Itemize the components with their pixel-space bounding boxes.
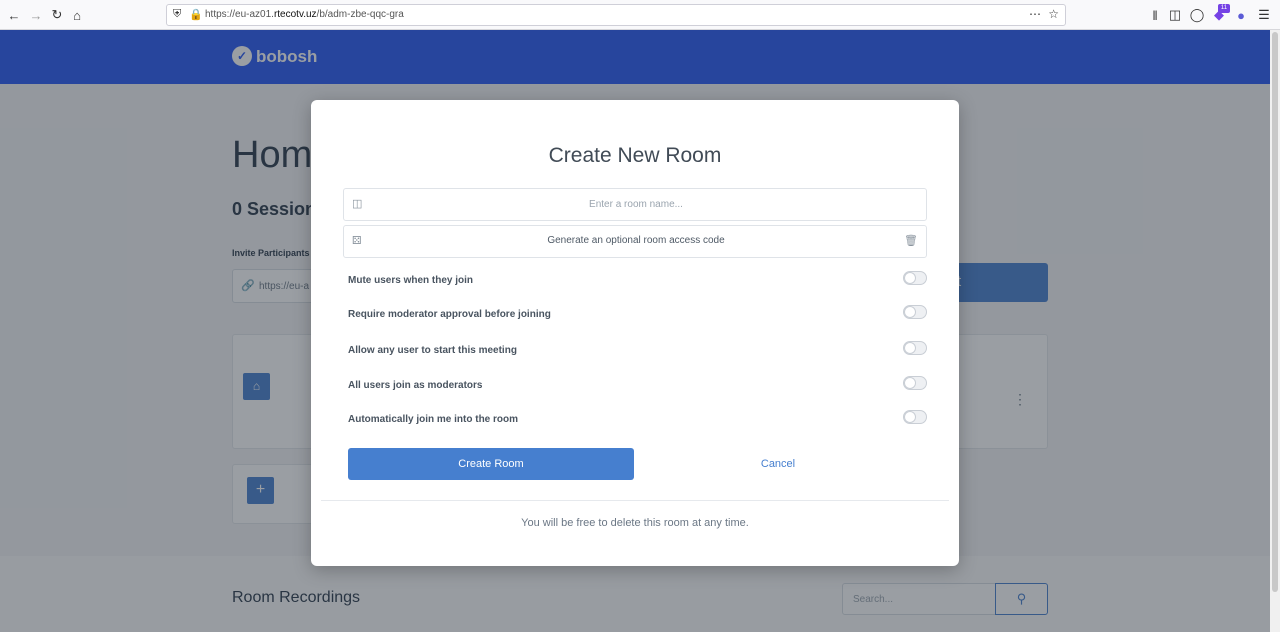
url-text[interactable]: https://eu-az01.rtecotv.uz/b/adm-zbe-qqc…	[205, 9, 404, 20]
toggle-auto-join[interactable]	[903, 410, 927, 424]
lock-icon[interactable]: 🔒	[189, 8, 203, 21]
toggle-knob	[904, 377, 916, 389]
create-room-modal: Create New Room ◫ Enter a room name... ⚄…	[311, 100, 959, 566]
account-icon[interactable]: ◯	[1188, 6, 1206, 24]
room-name-placeholder: Enter a room name...	[589, 199, 683, 210]
sidebar-icon[interactable]: ◫	[1166, 6, 1184, 24]
globe-icon[interactable]: ●	[1232, 6, 1250, 24]
url-path: /b/adm-zbe-qqc-gra	[316, 9, 404, 20]
toggle-knob	[904, 342, 916, 354]
modal-divider	[321, 500, 949, 501]
url-bar[interactable]: ⛨ 🔒 https://eu-az01.rtecotv.uz/b/adm-zbe…	[166, 4, 1066, 26]
url-domain: rtecotv.uz	[273, 9, 317, 20]
toggle-all-moderators[interactable]	[903, 376, 927, 390]
cancel-button[interactable]: Cancel	[634, 448, 922, 480]
forward-icon[interactable]: →	[27, 6, 45, 24]
option-label-moderator-approval: Require moderator approval before joinin…	[348, 309, 551, 320]
toggle-knob	[904, 272, 916, 284]
create-room-button[interactable]: Create Room	[348, 448, 634, 480]
toggle-mute-on-join[interactable]	[903, 271, 927, 285]
back-icon[interactable]: ←	[5, 6, 23, 24]
room-name-input[interactable]: ◫ Enter a room name...	[343, 188, 927, 221]
option-label-auto-join: Automatically join me into the room	[348, 414, 519, 425]
menu-icon[interactable]: ☰	[1255, 6, 1273, 24]
toggle-knob	[904, 411, 916, 423]
shield-icon[interactable]: ⛨	[173, 8, 181, 21]
trash-icon[interactable]: 🗑	[904, 234, 918, 247]
page-scrollbar-thumb[interactable]	[1272, 32, 1278, 592]
toggle-any-user-start[interactable]	[903, 341, 927, 355]
home-icon[interactable]: ⌂	[68, 6, 86, 24]
toggle-knob	[904, 306, 916, 318]
notifications-badge: 11	[1218, 4, 1230, 13]
modal-footer-text: You will be free to delete this room at …	[521, 517, 749, 529]
option-label-all-moderators: All users join as moderators	[348, 380, 483, 391]
reload-icon[interactable]: ↻	[48, 6, 66, 24]
access-code-text: Generate an optional room access code	[547, 235, 725, 246]
url-prefix: https://eu-az01.	[205, 9, 274, 20]
browser-toolbar: ← → ↻ ⌂ ⛨ 🔒 https://eu-az01.rtecotv.uz/b…	[0, 0, 1280, 30]
option-label-mute: Mute users when they join	[348, 275, 474, 286]
option-label-any-user-start: Allow any user to start this meeting	[348, 345, 517, 356]
modal-title: Create New Room	[548, 144, 722, 167]
more-icon[interactable]: ⋯	[1029, 7, 1041, 21]
access-code-field[interactable]: ⚄ Generate an optional room access code …	[343, 225, 927, 258]
toggle-moderator-approval[interactable]	[903, 305, 927, 319]
star-icon[interactable]: ☆	[1048, 7, 1059, 21]
library-icon[interactable]: ‖	[1146, 6, 1164, 24]
